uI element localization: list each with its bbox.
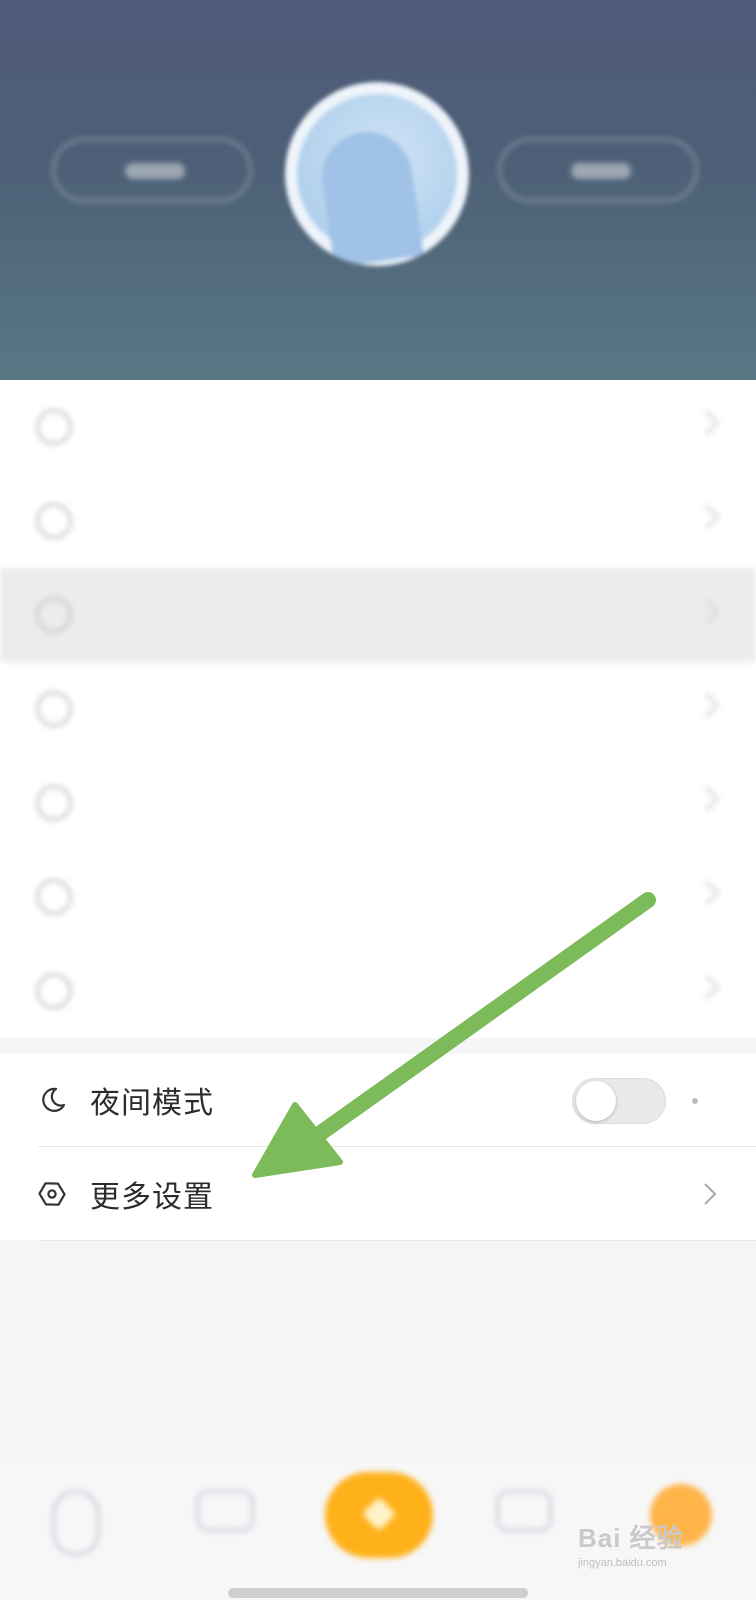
- moon-icon: [36, 1084, 68, 1116]
- profile-header: [0, 0, 756, 380]
- chevron-right-icon: [694, 880, 720, 906]
- menu-item-7[interactable]: [0, 944, 756, 1038]
- chevron-right-icon: [694, 410, 720, 436]
- toggle-knob: [576, 1081, 616, 1121]
- nav-center-button[interactable]: [325, 1472, 433, 1558]
- chevron-right-icon: [694, 504, 720, 530]
- menu-item-5[interactable]: [0, 756, 756, 850]
- night-mode-label: 夜间模式: [90, 1086, 214, 1121]
- chevron-right-icon: [694, 974, 720, 1000]
- play-icon: [36, 973, 72, 1009]
- hexagon-gear-icon: [36, 1178, 68, 1210]
- more-settings-label: 更多设置: [90, 1180, 214, 1215]
- divider: [38, 1146, 756, 1147]
- chevron-right-icon: [700, 1183, 720, 1205]
- menu-list: [0, 380, 756, 1038]
- chevron-right-icon: [694, 598, 720, 624]
- image-icon: [36, 879, 72, 915]
- comment-icon: [36, 691, 72, 727]
- message-icon: [196, 1490, 254, 1532]
- menu-item-3[interactable]: [0, 568, 756, 662]
- chevron-right-icon: [694, 786, 720, 812]
- avatar[interactable]: [285, 82, 469, 266]
- watermark-main: Bai 经验: [578, 1523, 684, 1553]
- clock-icon: [36, 409, 72, 445]
- chat-icon: [496, 1490, 552, 1532]
- more-settings-row[interactable]: 更多设置: [0, 1148, 756, 1240]
- nav-messages[interactable]: [196, 1490, 254, 1532]
- pen-icon: [36, 785, 72, 821]
- heart-icon: [36, 503, 72, 539]
- menu-item-1[interactable]: [0, 380, 756, 474]
- menu-item-2[interactable]: [0, 474, 756, 568]
- settings-card: 夜间模式 更多设置: [0, 1054, 756, 1240]
- menu-item-4[interactable]: [0, 662, 756, 756]
- header-right-button[interactable]: [498, 138, 698, 202]
- chevron-right-icon: [694, 692, 720, 718]
- nav-home[interactable]: [52, 1490, 100, 1556]
- watermark-logo: Bai 经验 jingyan.baidu.com: [578, 1518, 748, 1584]
- header-left-button[interactable]: [52, 138, 252, 202]
- watermark-sub: jingyan.baidu.com: [578, 1557, 667, 1569]
- home-indicator: [228, 1588, 528, 1598]
- night-mode-row[interactable]: 夜间模式: [0, 1054, 756, 1146]
- nav-chat[interactable]: [496, 1490, 552, 1532]
- check-icon: [36, 597, 72, 633]
- night-mode-toggle[interactable]: [572, 1078, 666, 1124]
- menu-item-6[interactable]: [0, 850, 756, 944]
- dot-icon: [692, 1098, 698, 1104]
- divider: [38, 1240, 756, 1241]
- home-icon: [52, 1490, 100, 1556]
- center-action-icon: [362, 1497, 396, 1531]
